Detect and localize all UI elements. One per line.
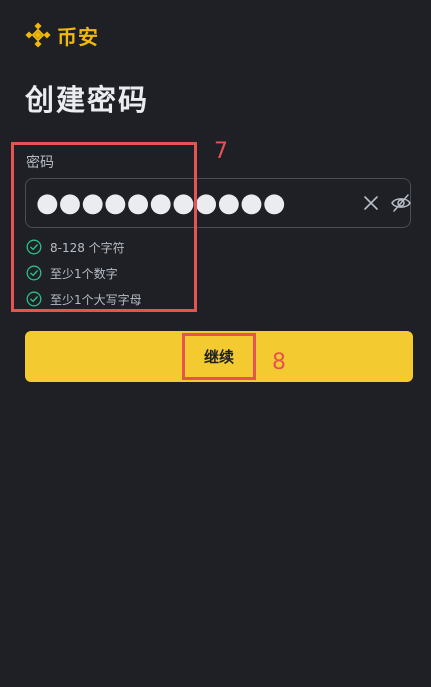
rule-item: 8-128 个字符 bbox=[26, 234, 142, 260]
rule-item: 至少1个数字 bbox=[26, 260, 142, 286]
continue-button[interactable]: 继续 bbox=[25, 331, 413, 382]
password-field[interactable] bbox=[25, 178, 411, 228]
close-icon[interactable] bbox=[362, 191, 380, 215]
eye-off-icon[interactable] bbox=[390, 191, 412, 215]
check-circle-icon bbox=[26, 291, 42, 307]
rule-text: 至少1个数字 bbox=[50, 266, 118, 281]
create-password-page: 币安 创建密码 密码 8-128 个字符 bbox=[0, 0, 431, 687]
rule-text: 8-128 个字符 bbox=[50, 240, 125, 255]
password-input[interactable] bbox=[26, 178, 362, 228]
continue-button-label: 继续 bbox=[203, 348, 234, 366]
check-circle-icon bbox=[26, 239, 42, 255]
annotation-number-8: 8 bbox=[272, 350, 286, 375]
password-rules: 8-128 个字符 至少1个数字 至少1个大写字母 bbox=[26, 234, 142, 312]
rule-text: 至少1个大写字母 bbox=[50, 292, 142, 307]
brand-logo: 币安 bbox=[25, 20, 99, 50]
binance-logo-icon bbox=[25, 22, 51, 48]
rule-item: 至少1个大写字母 bbox=[26, 286, 142, 312]
check-circle-icon bbox=[26, 265, 42, 281]
brand-name: 币安 bbox=[57, 24, 99, 49]
page-title: 创建密码 bbox=[25, 83, 150, 117]
password-label: 密码 bbox=[26, 155, 54, 171]
annotation-number-7: 7 bbox=[214, 139, 228, 164]
